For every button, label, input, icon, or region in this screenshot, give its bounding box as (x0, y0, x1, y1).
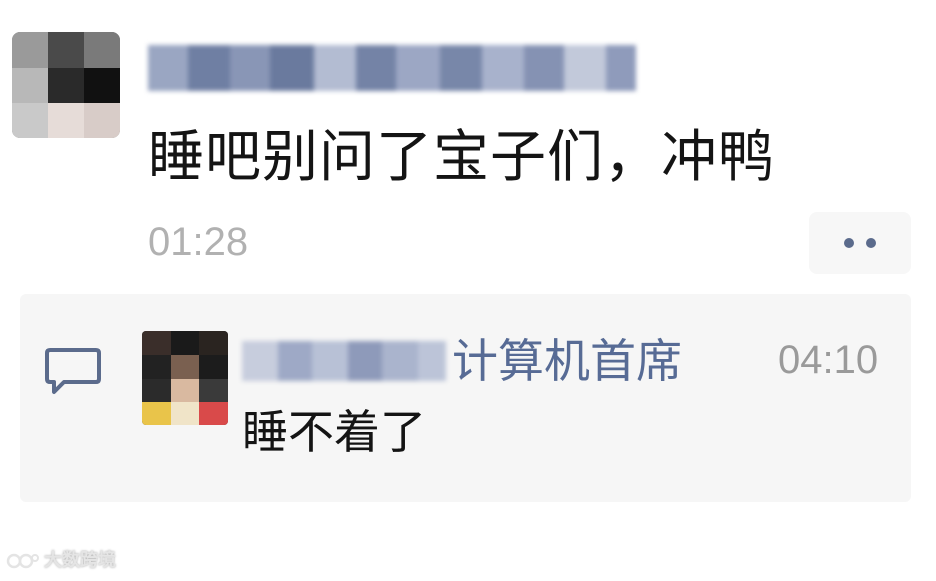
commenter-name-blurred[interactable] (242, 332, 446, 390)
watermark: 大数跨境 (6, 550, 116, 572)
more-dot-2 (866, 238, 876, 248)
moments-post-screen: 睡吧别问了宝子们，冲鸭 01:28 计算机首席 04:10 睡不着了 大数跨境 (0, 0, 936, 581)
more-dots-icon (844, 238, 854, 248)
commenter-name[interactable]: 计算机首席 (452, 330, 682, 392)
post-content-text: 睡吧别问了宝子们，冲鸭 (148, 125, 775, 190)
post-timestamp: 01:28 (148, 220, 249, 264)
watermark-text: 大数跨境 (44, 550, 116, 571)
post-author-name-blurred[interactable] (148, 36, 636, 100)
more-actions-button[interactable] (809, 212, 911, 274)
commenter-avatar[interactable] (142, 331, 228, 425)
comment-bubble-icon (44, 346, 102, 398)
user-avatar-icon (12, 32, 120, 138)
post-avatar[interactable] (12, 32, 120, 138)
comment-content-text: 睡不着了 (242, 405, 426, 459)
comment-timestamp: 04:10 (778, 338, 879, 382)
watermark-logo-icon (6, 553, 39, 569)
